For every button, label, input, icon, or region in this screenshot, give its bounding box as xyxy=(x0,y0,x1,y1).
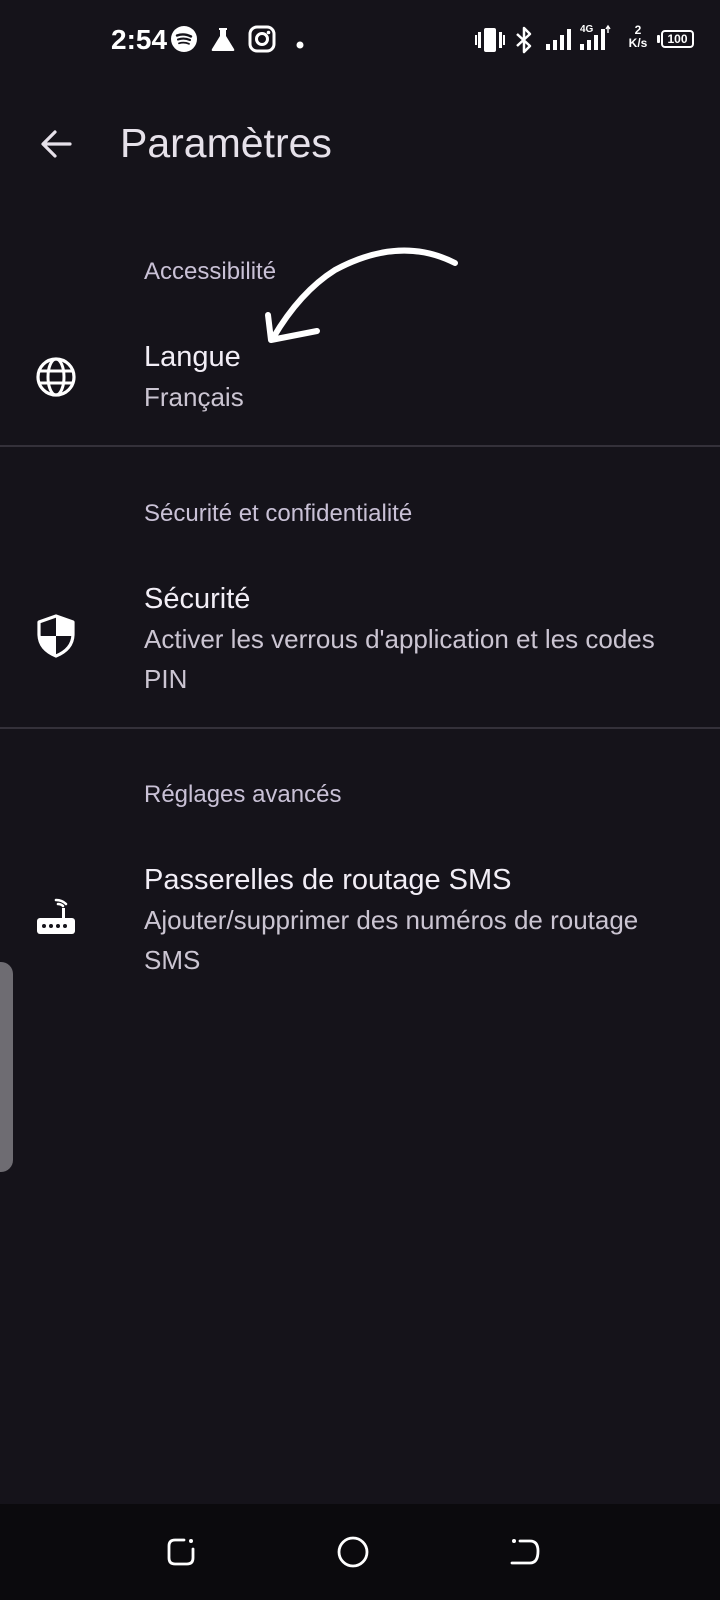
setting-subtitle: Ajouter/supprimer des numéros de routage… xyxy=(144,905,639,975)
battery-icon: 100 xyxy=(661,30,694,48)
dot-icon xyxy=(296,36,304,54)
network-speed-unit: K/s xyxy=(628,36,648,50)
setting-title: Passerelles de routage SMS xyxy=(144,864,512,896)
network-speed: 2 K/s xyxy=(624,24,652,50)
status-bar: 2:54 4G 2 K/s 100 xyxy=(0,0,720,82)
section-header-advanced: Réglages avancés xyxy=(144,781,342,808)
setting-title: Langue xyxy=(144,341,241,373)
signal-icon xyxy=(546,28,574,55)
flask-icon xyxy=(209,25,237,58)
vibrate-icon xyxy=(475,27,505,58)
setting-subtitle: Activer les verrous d'application et les… xyxy=(144,624,655,694)
back-nav-icon xyxy=(510,1539,540,1565)
back-button[interactable] xyxy=(34,122,78,166)
recents-button[interactable] xyxy=(161,1532,201,1572)
arrow-left-icon xyxy=(41,130,72,158)
spotify-icon xyxy=(170,25,198,58)
edge-panel-handle[interactable] xyxy=(0,962,13,1172)
battery-level: 100 xyxy=(667,32,688,46)
page-title: Paramètres xyxy=(120,120,332,166)
shield-icon xyxy=(34,614,78,658)
globe-icon xyxy=(34,355,78,399)
home-icon xyxy=(337,1536,369,1568)
settings-screen: 2:54 4G 2 K/s 100 Paramètres Accessibili… xyxy=(0,0,720,1600)
battery-tip xyxy=(657,35,660,43)
instagram-icon xyxy=(248,25,276,58)
recents-icon xyxy=(167,1538,195,1566)
setting-item-security[interactable]: Sécurité Activer les verrous d'applicati… xyxy=(0,568,720,726)
section-header-security-privacy: Sécurité et confidentialité xyxy=(144,500,413,527)
divider xyxy=(0,445,720,447)
divider xyxy=(0,727,720,729)
bluetooth-icon xyxy=(513,26,535,59)
annotation-arrow-icon xyxy=(265,247,458,343)
setting-title: Sécurité xyxy=(144,583,251,615)
navigation-bar xyxy=(0,1504,720,1600)
setting-item-sms-gateways[interactable]: Passerelles de routage SMS Ajouter/suppr… xyxy=(0,850,720,1008)
status-time: 2:54 xyxy=(111,24,168,55)
svg-text:4G: 4G xyxy=(580,24,594,35)
router-icon xyxy=(34,894,78,938)
home-button[interactable] xyxy=(333,1532,373,1572)
back-nav-button[interactable] xyxy=(505,1532,545,1572)
signal-4g-icon: 4G xyxy=(578,22,612,55)
setting-subtitle: Français xyxy=(144,382,244,412)
